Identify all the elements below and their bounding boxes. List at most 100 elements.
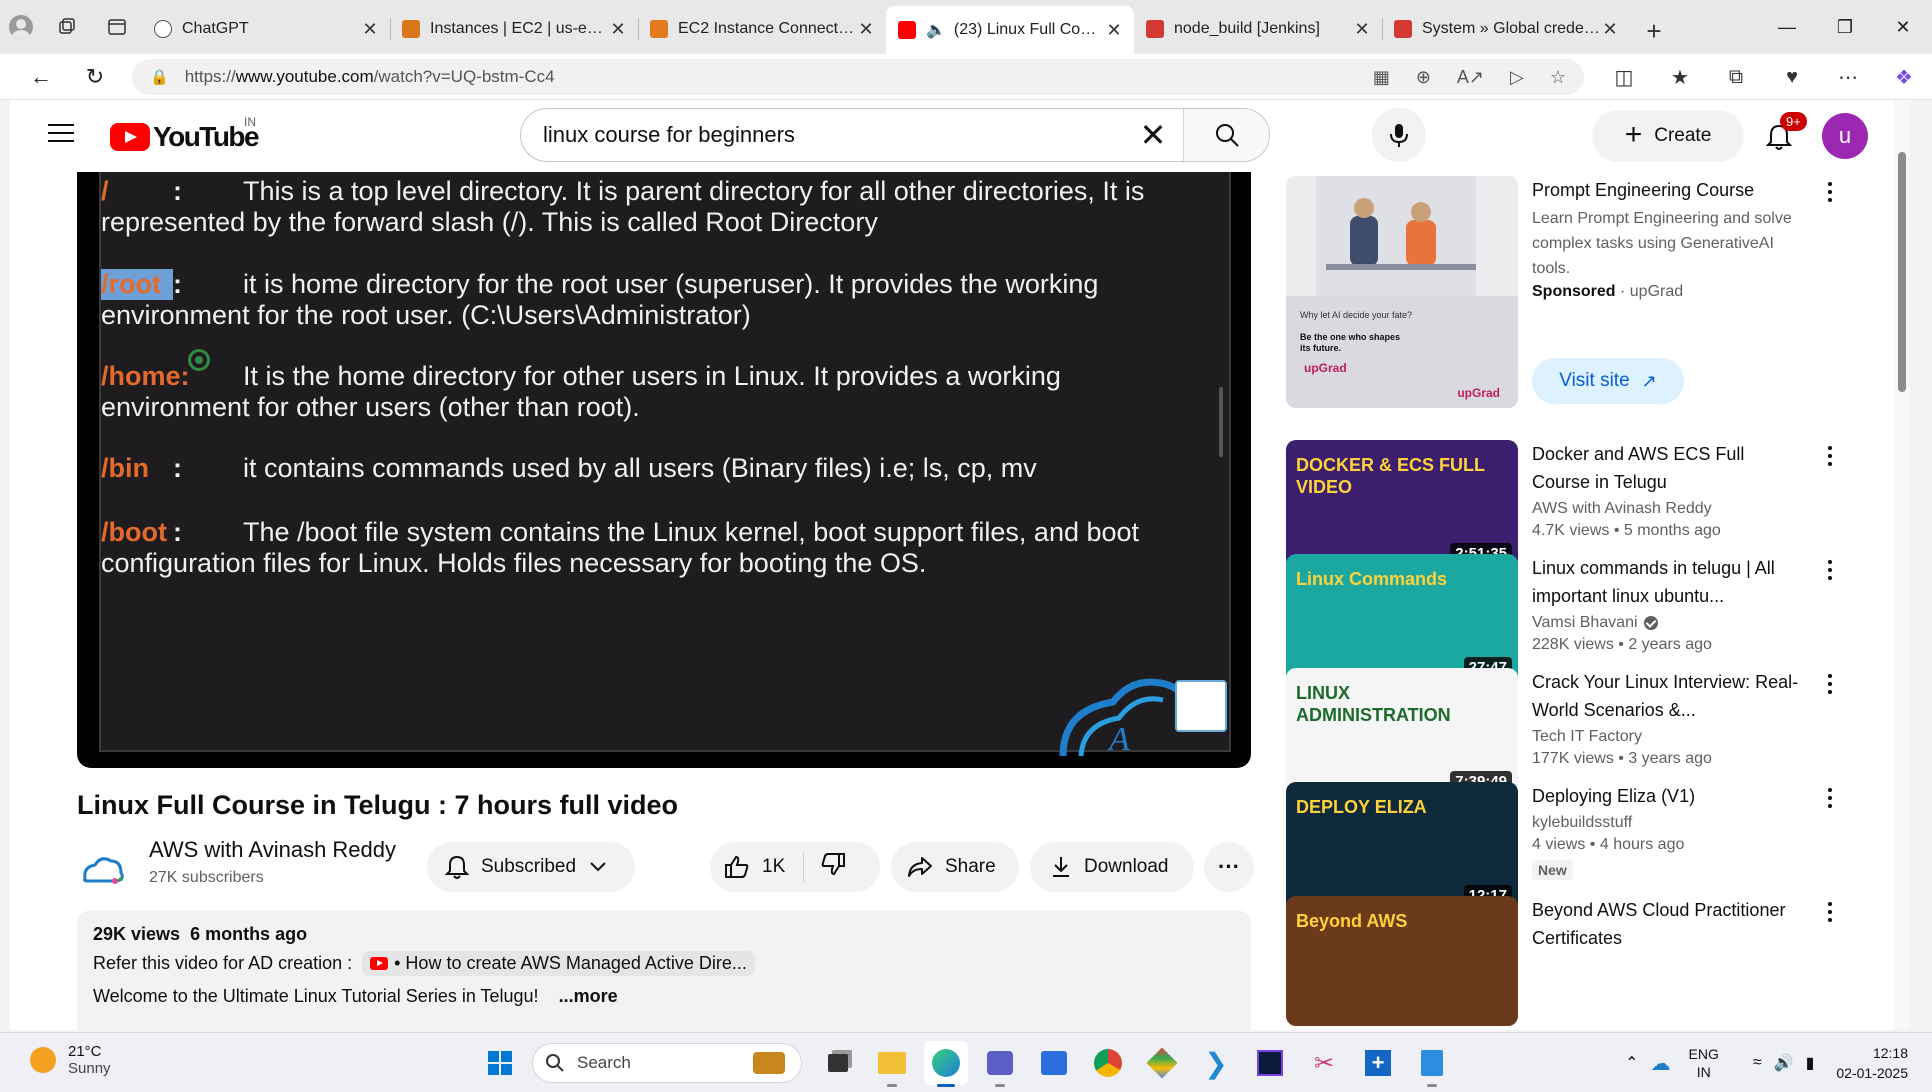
split-screen-icon[interactable]: ◫ [1596,65,1652,90]
back-button[interactable]: ← [14,54,68,100]
intellij-button[interactable] [1248,1041,1292,1085]
recommended-video-title[interactable]: Deploying Eliza (V1) [1532,782,1802,810]
page-scrollbar[interactable] [1894,100,1910,1030]
ad-thumbnail[interactable]: upGrad Why let AI decide your fate? Be t… [1286,176,1518,408]
start-button[interactable] [478,1041,522,1085]
recommended-channel[interactable]: AWS with Avinash Reddy [1532,500,1712,518]
plus-app-button[interactable]: + [1356,1041,1400,1085]
show-hidden-icons-icon[interactable]: ⌃ [1625,1053,1638,1073]
subscribed-button[interactable]: Subscribed [427,842,635,892]
browser-tab[interactable]: ChatGPT ✕ [142,6,390,52]
show-more-link[interactable]: ...more [559,986,618,1006]
browser-tab[interactable]: EC2 Instance Connect | us ✕ [638,6,886,52]
notepad-button[interactable] [1410,1041,1454,1087]
file-explorer-button[interactable] [870,1041,914,1087]
speaker-icon[interactable]: 🔈 [926,20,946,40]
zoom-icon[interactable]: ⊕ [1416,67,1431,88]
close-tab-icon[interactable]: ✕ [1600,19,1620,40]
close-tab-icon[interactable]: ✕ [856,19,876,40]
app-launcher-button[interactable] [1140,1041,1184,1085]
description-box[interactable]: 29K views 6 months ago Refer this video f… [77,910,1251,1030]
video-menu-icon[interactable] [1820,786,1840,810]
restore-button[interactable]: ❐ [1816,0,1874,54]
volume-icon[interactable]: 🔊 [1774,1053,1794,1073]
refresh-button[interactable]: ↻ [68,54,122,100]
like-icon[interactable] [724,855,750,879]
notifications-button[interactable]: 9+ [1756,112,1807,160]
teams-button[interactable] [978,1041,1022,1087]
create-button[interactable]: + Create [1592,110,1744,162]
search-button[interactable] [1183,109,1269,161]
collections-icon[interactable]: ⧉ [1708,66,1764,89]
youtube-logo[interactable]: YouTube IN [110,115,260,153]
recommended-video[interactable]: LINUX ADMINISTRATION7:39:49Crack Your Li… [1286,668,1846,798]
video-menu-icon[interactable] [1820,558,1840,582]
chrome-button[interactable] [1086,1041,1130,1085]
vscode-button[interactable]: ❯ [1194,1041,1238,1085]
settings-more-icon[interactable]: ⋯ [1820,65,1876,90]
edge-button[interactable] [924,1041,968,1087]
share-button[interactable]: Share [891,842,1019,892]
clear-search-icon[interactable]: ✕ [1123,109,1183,161]
onedrive-icon[interactable]: ☁ [1651,1051,1671,1076]
recommended-video-title[interactable]: Linux commands in telugu | All important… [1532,554,1802,610]
browser-essentials-icon[interactable]: ♥ [1764,66,1820,89]
wifi-icon[interactable]: ≈ [1753,1054,1762,1072]
apps-icon[interactable]: ▦ [1373,67,1390,88]
download-button[interactable]: Download [1030,842,1194,892]
copilot-icon[interactable]: ❖ [1876,65,1932,90]
browser-profile-button[interactable] [0,0,42,54]
browser-tab[interactable]: System » Global credentia ✕ [1382,6,1630,52]
recommended-channel[interactable]: Tech IT Factory [1532,728,1642,746]
video-thumbnail[interactable]: LINUX ADMINISTRATION7:39:49 [1286,668,1518,798]
video-menu-icon[interactable] [1820,900,1840,924]
sponsored-ad[interactable]: upGrad Why let AI decide your fate? Be t… [1286,176,1846,426]
recommended-video[interactable]: DOCKER & ECS FULL VIDEO2:51:35Docker and… [1286,440,1846,570]
recommended-video-title[interactable]: Beyond AWS Cloud Practitioner Certificat… [1532,896,1802,952]
task-view-button[interactable] [816,1041,860,1085]
voice-search-button[interactable] [1372,108,1426,162]
video-menu-icon[interactable] [1820,672,1840,696]
new-tab-button[interactable]: + [1630,8,1678,54]
browser-tab[interactable]: Instances | EC2 | us-east-1 ✕ [390,6,638,52]
account-avatar[interactable]: u [1822,113,1868,159]
recommended-channel[interactable]: kylebuildsstuff [1532,814,1632,832]
favorite-star-icon[interactable]: ☆ [1550,67,1566,88]
snipping-tool-button[interactable]: ✂ [1302,1041,1346,1085]
linked-video-chip[interactable]: • How to create AWS Managed Active Dire.… [362,951,755,976]
close-window-button[interactable]: ✕ [1874,0,1932,54]
recommended-video[interactable]: Beyond AWS Beyond AWS Cloud Practitioner … [1286,896,1846,1026]
address-bar[interactable]: 🔒 https://www.youtube.com/watch?v=UQ-bst… [132,59,1584,95]
browser-tab[interactable]: node_build [Jenkins] ✕ [1134,6,1382,52]
tab-actions-button[interactable] [92,0,142,54]
ad-title[interactable]: Prompt Engineering Course [1532,176,1802,204]
video-thumbnail[interactable]: DEPLOY ELIZA12:17 [1286,782,1518,912]
close-tab-icon[interactable]: ✕ [608,19,628,40]
dislike-icon[interactable] [820,852,846,882]
clock[interactable]: 12:18 02-01-2025 [1836,1043,1908,1083]
search-input[interactable]: linux course for beginners [521,109,1123,161]
read-aloud-icon[interactable]: A↗ [1457,67,1484,88]
close-tab-icon[interactable]: ✕ [1104,20,1124,41]
recommended-video[interactable]: DEPLOY ELIZA12:17 Deploying Eliza (V1) kyl… [1286,782,1846,912]
video-player[interactable]: A /: This is a top level directory. It is… [77,172,1251,768]
recommended-video-title[interactable]: Crack Your Linux Interview: Real-World S… [1532,668,1802,724]
language-indicator[interactable]: ENG IN [1689,1045,1719,1081]
minimize-button[interactable]: — [1758,0,1816,54]
ad-menu-icon[interactable] [1820,180,1840,204]
channel-avatar[interactable] [77,845,129,897]
weather-widget[interactable]: 21°C Sunny [30,1043,111,1077]
video-menu-icon[interactable] [1820,444,1840,468]
workspaces-button[interactable] [42,0,92,54]
browser-tab[interactable]: 🔈 (23) Linux Full Course ✕ [886,6,1134,54]
immersive-reader-icon[interactable]: ▷ [1510,67,1524,88]
favorites-icon[interactable]: ★ [1652,65,1708,90]
store-button[interactable] [1032,1041,1076,1085]
recommended-video-title[interactable]: Docker and AWS ECS Full Course in Telugu [1532,440,1802,496]
channel-name[interactable]: AWS with Avinash Reddy [149,837,396,863]
battery-icon[interactable]: ▮ [1806,1053,1815,1073]
page-scrollbar-thumb[interactable] [1898,152,1906,392]
close-tab-icon[interactable]: ✕ [360,19,380,40]
video-thumbnail[interactable]: DOCKER & ECS FULL VIDEO2:51:35 [1286,440,1518,570]
more-actions-button[interactable]: ··· [1204,842,1254,892]
